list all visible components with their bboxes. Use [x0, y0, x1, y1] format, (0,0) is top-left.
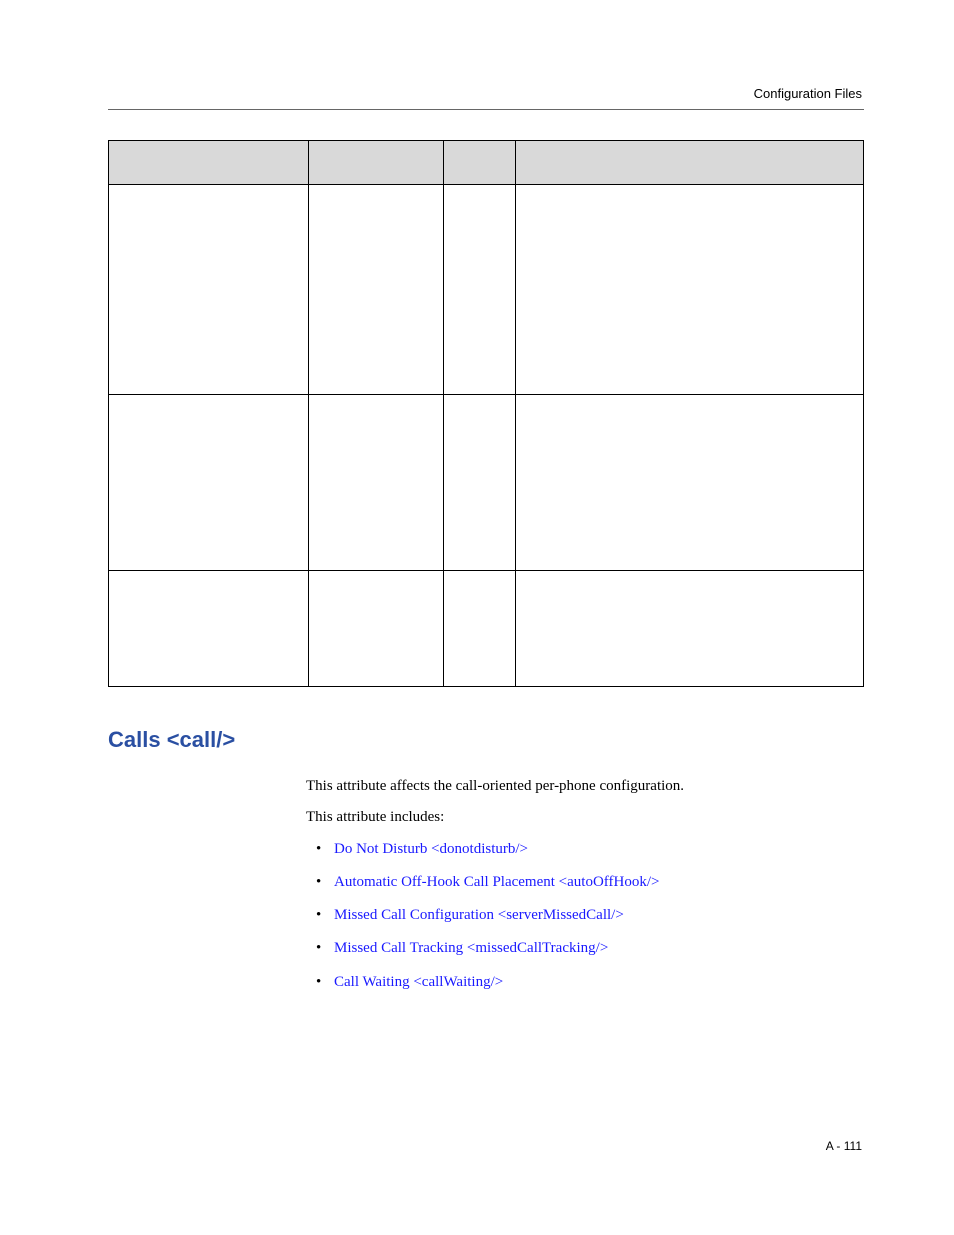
page-container: Configuration Files — [0, 0, 954, 994]
cell — [516, 395, 864, 571]
cell — [309, 395, 444, 571]
xref-link[interactable]: Missed Call Configuration <serverMissedC… — [334, 907, 624, 923]
cell — [109, 571, 309, 687]
cell — [444, 185, 516, 395]
running-head: Configuration Files — [108, 86, 864, 101]
table-row — [109, 395, 864, 571]
th-permitted — [309, 141, 444, 185]
cell — [109, 185, 309, 395]
cell — [309, 185, 444, 395]
cell — [516, 185, 864, 395]
table-row — [109, 571, 864, 687]
cell — [444, 395, 516, 571]
config-table — [108, 140, 864, 687]
th-interpretation — [516, 141, 864, 185]
list-item: Missed Call Configuration <serverMissedC… — [306, 904, 864, 927]
cell — [109, 395, 309, 571]
th-attribute — [109, 141, 309, 185]
th-default — [444, 141, 516, 185]
list-item: Missed Call Tracking <missedCallTracking… — [306, 937, 864, 960]
table-row — [109, 185, 864, 395]
list-item: Automatic Off-Hook Call Placement <autoO… — [306, 871, 864, 894]
section-heading: Calls <call/> — [108, 727, 864, 753]
xref-link[interactable]: Call Waiting <callWaiting/> — [334, 974, 503, 990]
table-header-row — [109, 141, 864, 185]
intro-paragraph-2: This attribute includes: — [306, 806, 864, 829]
body-text: This attribute affects the call-oriented… — [306, 775, 864, 994]
xref-link[interactable]: Do Not Disturb <donotdisturb/> — [334, 841, 528, 857]
cell — [444, 571, 516, 687]
list-item: Call Waiting <callWaiting/> — [306, 971, 864, 994]
intro-paragraph-1: This attribute affects the call-oriented… — [306, 775, 864, 798]
header-rule — [108, 109, 864, 110]
cell — [516, 571, 864, 687]
list-item: Do Not Disturb <donotdisturb/> — [306, 838, 864, 861]
link-list: Do Not Disturb <donotdisturb/> Automatic… — [306, 838, 864, 994]
page-number: A - 111 — [826, 1139, 862, 1153]
xref-link[interactable]: Missed Call Tracking <missedCallTracking… — [334, 940, 608, 956]
cell — [309, 571, 444, 687]
xref-link[interactable]: Automatic Off-Hook Call Placement <autoO… — [334, 874, 659, 890]
